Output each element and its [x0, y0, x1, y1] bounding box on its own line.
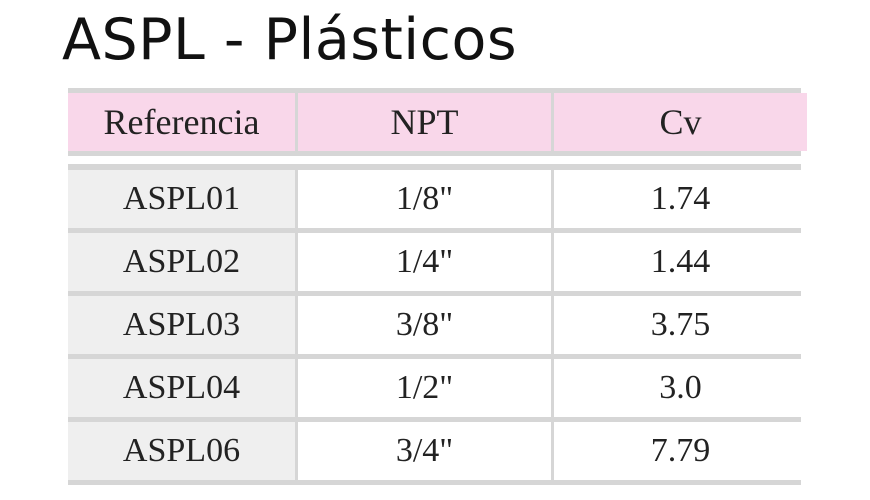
reference-cell: ASPL06 [68, 422, 295, 480]
reference-cell: ASPL03 [68, 296, 295, 354]
cv-cell: 1.74 [554, 170, 807, 228]
column-header-npt: NPT [298, 93, 551, 151]
page-title: ASPL - Plásticos [62, 7, 518, 73]
npt-cell: 3/4" [298, 422, 551, 480]
table-header-row: Referencia NPT Cv [68, 88, 807, 156]
column-header-cv: Cv [554, 93, 807, 151]
table-body: ASPL01 1/8" 1.74 ASPL02 1/4" 1.44 ASPL03… [68, 164, 807, 485]
reference-cell: ASPL02 [68, 233, 295, 291]
table-row: ASPL03 3/8" 3.75 [68, 296, 807, 359]
column-header-referencia: Referencia [68, 93, 295, 151]
reference-cell: ASPL01 [68, 170, 295, 228]
npt-cell: 1/2" [298, 359, 551, 417]
npt-cell: 1/4" [298, 233, 551, 291]
cv-cell: 3.0 [554, 359, 807, 417]
npt-cell: 3/8" [298, 296, 551, 354]
reference-cell: ASPL04 [68, 359, 295, 417]
cv-cell: 7.79 [554, 422, 807, 480]
table-row: ASPL04 1/2" 3.0 [68, 359, 807, 422]
npt-cell: 1/8" [298, 170, 551, 228]
cv-cell: 3.75 [554, 296, 807, 354]
cv-cell: 1.44 [554, 233, 807, 291]
table-row: ASPL06 3/4" 7.79 [68, 422, 807, 485]
table-row: ASPL01 1/8" 1.74 [68, 170, 807, 233]
table-row: ASPL02 1/4" 1.44 [68, 233, 807, 296]
header-spacer [68, 156, 801, 164]
product-table: Referencia NPT Cv ASPL01 1/8" 1.74 ASPL0… [68, 88, 807, 485]
